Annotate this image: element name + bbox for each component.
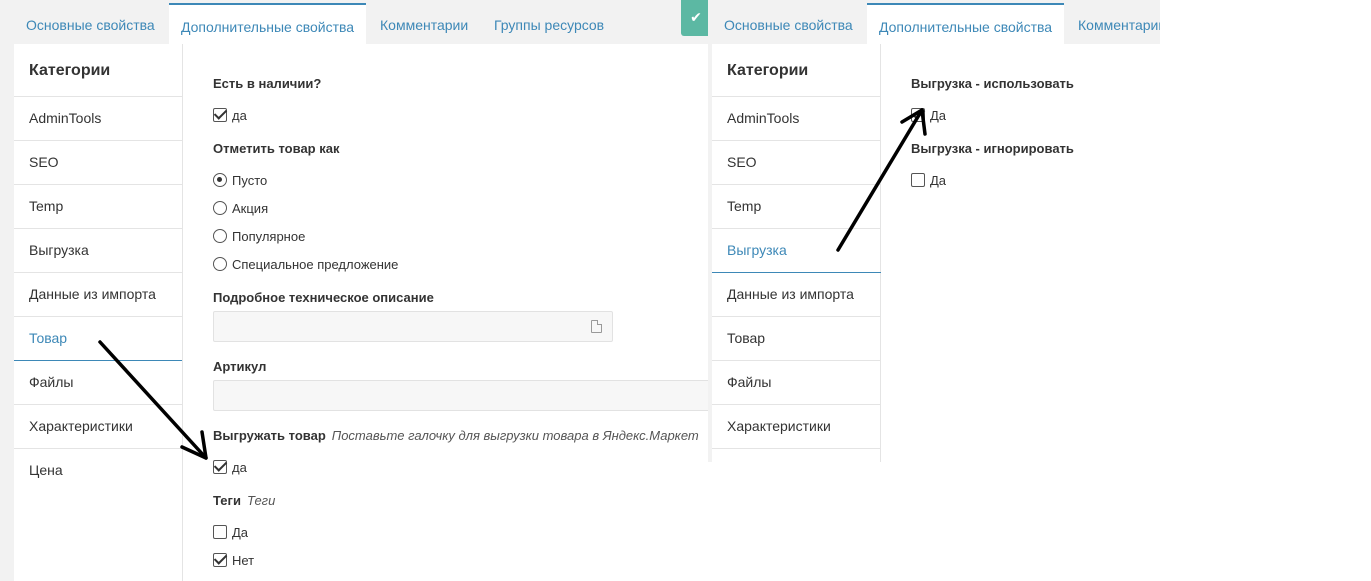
export-ignore-option-label: Да: [930, 172, 947, 188]
sku-label: Артикул: [213, 359, 267, 374]
right-screenshot-panel: Основные свойства Дополнительные свойств…: [708, 0, 1160, 462]
mark-product-label: Отметить товар как: [213, 141, 340, 156]
export-product-label: Выгружать товар Поставьте галочку для выг…: [213, 428, 699, 443]
tab-additional-properties[interactable]: Дополнительные свойства: [169, 3, 366, 44]
sidebar-item-characteristics[interactable]: Характеристики: [14, 405, 182, 449]
export-properties-form: Выгрузка - использовать Да Выгрузка - иг…: [881, 44, 1160, 462]
description-field[interactable]: [213, 311, 613, 342]
sidebar-item-files[interactable]: Файлы: [712, 361, 880, 405]
sidebar-item-temp[interactable]: Temp: [712, 185, 880, 229]
tags-hint: Теги: [246, 493, 276, 508]
tab-bar: Основные свойства Дополнительные свойств…: [708, 0, 1160, 44]
sidebar-item-seo[interactable]: SEO: [14, 141, 182, 185]
sidebar-item-temp[interactable]: Temp: [14, 185, 182, 229]
tab-resource-groups[interactable]: Группы ресурсов: [482, 6, 616, 44]
mark-option-label: Пусто: [232, 172, 268, 188]
properties-form: Есть в наличии? да Отметить товар как Пу…: [183, 44, 708, 581]
radio-selected-icon: [213, 173, 227, 187]
sidebar-item-files[interactable]: Файлы: [14, 361, 182, 405]
export-product-hint: Поставьте галочку для выгрузки товара в …: [331, 428, 699, 443]
sidebar-item-admintools[interactable]: AdminTools: [14, 97, 182, 141]
checkmark-icon: ✔: [690, 9, 702, 25]
sidebar-item-export[interactable]: Выгрузка: [14, 229, 182, 273]
sidebar-title: Категории: [14, 44, 182, 97]
save-button[interactable]: ✔: [681, 0, 708, 36]
export-option-label: да: [232, 459, 247, 475]
sidebar-title: Категории: [712, 44, 880, 97]
tab-main-properties[interactable]: Основные свойства: [14, 6, 167, 44]
checkbox-checked-icon: [213, 108, 227, 122]
file-icon[interactable]: [591, 320, 602, 333]
mark-radio-special-offer[interactable]: Специальное предложение: [213, 256, 398, 272]
export-product-title: Выгружать товар: [213, 428, 326, 443]
radio-icon: [213, 201, 227, 215]
category-sidebar: Категории AdminTools SEO Temp Выгрузка Д…: [14, 44, 183, 581]
tab-bar: Основные свойства Дополнительные свойств…: [0, 0, 708, 44]
sidebar-item-characteristics[interactable]: Характеристики: [712, 405, 880, 449]
tags-title: Теги: [213, 493, 241, 508]
tags-yes-label: Да: [232, 524, 249, 540]
mark-radio-popular[interactable]: Популярное: [213, 228, 305, 244]
mark-radio-empty[interactable]: Пусто: [213, 172, 267, 188]
sidebar-item-product[interactable]: Товар: [712, 317, 880, 361]
sku-field[interactable]: [213, 380, 708, 411]
description-label: Подробное техническое описание: [213, 290, 434, 305]
radio-icon: [213, 229, 227, 243]
sidebar-item-import-data[interactable]: Данные из импорта: [14, 273, 182, 317]
tab-comments[interactable]: Комментарии: [368, 6, 480, 44]
tab-main-properties[interactable]: Основные свойства: [712, 6, 865, 44]
sidebar-item-admintools[interactable]: AdminTools: [712, 97, 880, 141]
sidebar-item-price[interactable]: Цена: [14, 449, 182, 493]
tags-no-label: Нет: [232, 552, 255, 568]
in-stock-option-label: да: [232, 107, 247, 123]
checkbox-checked-icon: [213, 460, 227, 474]
left-screenshot-panel: Основные свойства Дополнительные свойств…: [0, 0, 708, 581]
sidebar-item-import-data[interactable]: Данные из импорта: [712, 273, 880, 317]
mark-radio-promo[interactable]: Акция: [213, 200, 268, 216]
export-use-option-label: Да: [930, 107, 947, 123]
checkbox-icon: [213, 525, 227, 539]
checkbox-checked-icon: [911, 108, 925, 122]
sidebar-item-product[interactable]: Товар: [14, 317, 182, 361]
export-product-checkbox[interactable]: да: [213, 459, 247, 475]
tags-no-checkbox[interactable]: Нет: [213, 552, 254, 568]
mark-option-label: Популярное: [232, 228, 306, 244]
export-ignore-label: Выгрузка - игнорировать: [911, 141, 1074, 156]
in-stock-checkbox[interactable]: да: [213, 107, 247, 123]
export-use-label: Выгрузка - использовать: [911, 76, 1074, 91]
tab-comments[interactable]: Комментарии: [1066, 6, 1160, 44]
checkbox-icon: [911, 173, 925, 187]
sidebar-item-seo[interactable]: SEO: [712, 141, 880, 185]
tags-yes-checkbox[interactable]: Да: [213, 524, 248, 540]
tags-label: Теги Теги: [213, 493, 275, 508]
checkbox-checked-icon: [213, 553, 227, 567]
export-use-checkbox[interactable]: Да: [911, 107, 946, 123]
mark-option-label: Акция: [232, 200, 269, 216]
mark-option-label: Специальное предложение: [232, 256, 399, 272]
tab-additional-properties[interactable]: Дополнительные свойства: [867, 3, 1064, 44]
in-stock-label: Есть в наличии?: [213, 76, 322, 91]
category-sidebar: Категории AdminTools SEO Temp Выгрузка Д…: [712, 44, 1050, 462]
export-ignore-checkbox[interactable]: Да: [911, 172, 946, 188]
radio-icon: [213, 257, 227, 271]
